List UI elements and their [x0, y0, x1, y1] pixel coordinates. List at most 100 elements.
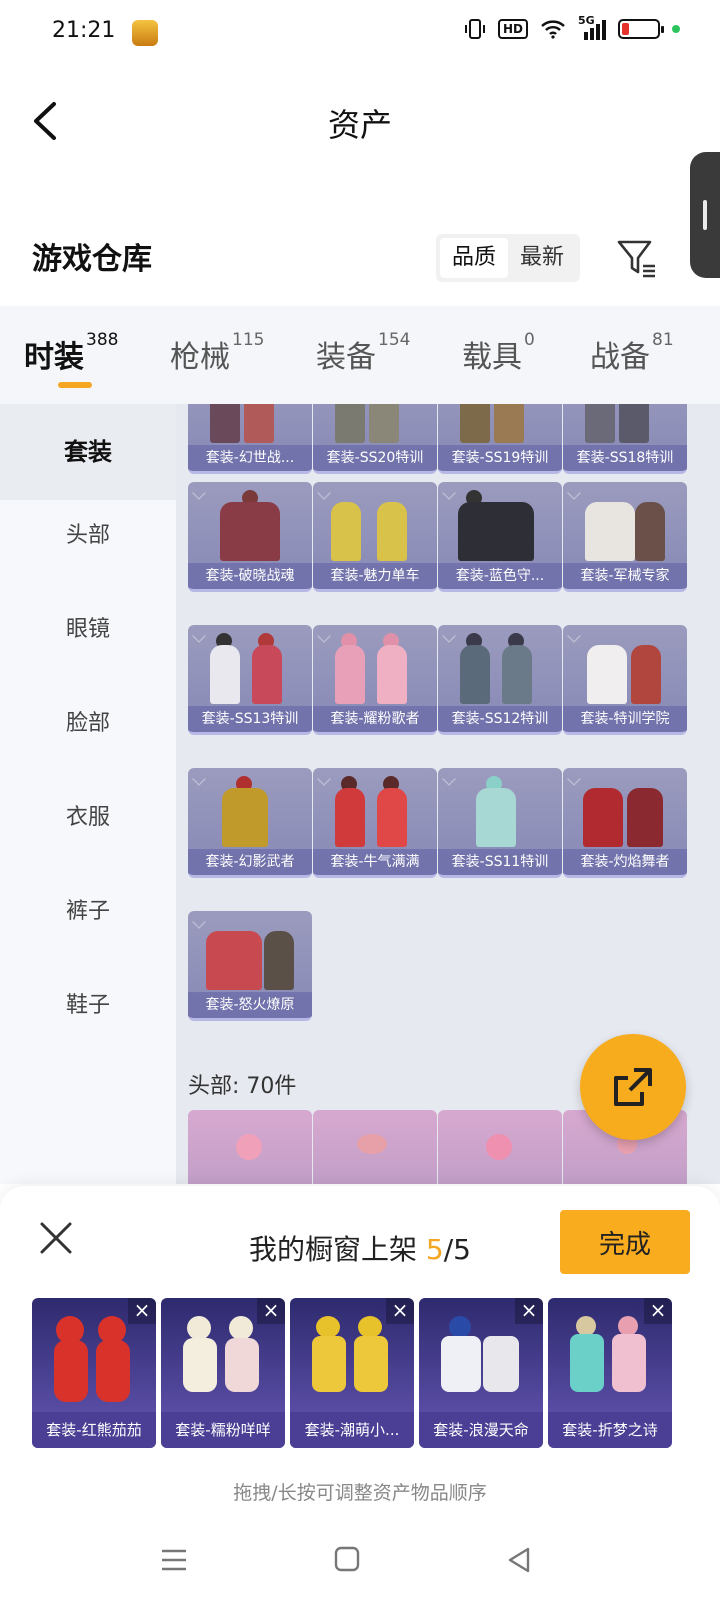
- subcategory-clothes[interactable]: 衣服: [0, 770, 176, 866]
- home-icon[interactable]: [334, 1546, 360, 1572]
- subcategory-glasses[interactable]: 眼镜: [0, 582, 176, 678]
- item-card[interactable]: 套装-幻世战...: [188, 404, 312, 474]
- showcase-item-label: 套装-浪漫天命: [419, 1412, 543, 1448]
- page-title: 资产: [327, 106, 392, 144]
- remove-icon[interactable]: ×: [386, 1298, 414, 1324]
- tab-firearms-count: 115: [232, 330, 265, 350]
- item-card[interactable]: [188, 1110, 312, 1184]
- game-app-icon: [132, 20, 158, 46]
- item-card[interactable]: 套装-SS19特训: [438, 404, 562, 474]
- showcase-count-total: /5: [443, 1233, 471, 1266]
- showcase-item[interactable]: × 套装-折梦之诗: [548, 1298, 672, 1448]
- status-time: 21:21: [52, 18, 116, 43]
- item-label: 套装-SS18特训: [563, 445, 687, 471]
- item-card[interactable]: 套装-耀粉歌者: [313, 625, 437, 735]
- subcategory-pants[interactable]: 裤子: [0, 864, 176, 960]
- item-card[interactable]: [313, 1110, 437, 1184]
- item-label: 套装-牛气满满: [313, 849, 437, 875]
- done-button[interactable]: 完成: [560, 1210, 690, 1274]
- subcategory-list: 套装 头部 眼镜 脸部 衣服 裤子 鞋子: [0, 404, 176, 1184]
- item-label: 套装-耀粉歌者: [313, 706, 437, 732]
- item-label: 套装-SS13特训: [188, 706, 312, 732]
- reorder-hint: 拖拽/长按可调整资产物品顺序: [233, 1482, 487, 1504]
- section-head-count: 头部: 70件: [188, 1074, 297, 1099]
- showcase-item[interactable]: × 套装-糯粉咩咩: [161, 1298, 285, 1448]
- item-card[interactable]: 套装-怒火燎原: [188, 911, 312, 1021]
- tab-vehicles[interactable]: 载具 0: [462, 330, 535, 376]
- system-nav-bar: [0, 1530, 720, 1612]
- vibrate-icon: [464, 19, 485, 39]
- item-label: 套装-蓝色守...: [438, 563, 562, 589]
- item-card[interactable]: 套装-灼焰舞者: [563, 768, 687, 878]
- tab-vehicles-count: 0: [524, 330, 535, 350]
- showcase-item-label: 套装-折梦之诗: [548, 1412, 672, 1448]
- tab-supplies-count: 81: [652, 330, 674, 350]
- item-label: 套装-灼焰舞者: [563, 849, 687, 875]
- remove-icon[interactable]: ×: [515, 1298, 543, 1324]
- item-card[interactable]: 套装-破晓战魂: [188, 482, 312, 592]
- share-icon: [614, 1068, 652, 1106]
- item-label: 套装-特训学院: [563, 706, 687, 732]
- active-tab-indicator: [58, 382, 92, 388]
- item-card[interactable]: 套装-幻影武者: [188, 768, 312, 878]
- showcase-item[interactable]: × 套装-红熊茄茄: [32, 1298, 156, 1448]
- tab-fashion[interactable]: 时装 388: [24, 330, 119, 376]
- tab-fashion-label: 时装: [24, 340, 84, 375]
- item-card[interactable]: [438, 1110, 562, 1184]
- subcategory-head[interactable]: 头部: [0, 488, 176, 584]
- tab-vehicles-label: 载具: [462, 340, 522, 375]
- item-label: 套装-怒火燎原: [188, 992, 312, 1018]
- remove-icon[interactable]: ×: [257, 1298, 285, 1324]
- status-icons: HD 5G: [464, 14, 680, 40]
- showcase-item-label: 套装-糯粉咩咩: [161, 1412, 285, 1448]
- share-floating-button[interactable]: [580, 1034, 686, 1140]
- tab-supplies-label: 战备: [590, 340, 650, 375]
- menu-icon[interactable]: [160, 1546, 188, 1574]
- tab-supplies[interactable]: 战备 81: [590, 330, 674, 376]
- item-label: 套装-幻影武者: [188, 849, 312, 875]
- tab-fashion-count: 388: [86, 330, 119, 350]
- subcategory-suits[interactable]: 套装: [0, 404, 176, 500]
- hd-icon: HD: [497, 19, 528, 39]
- tab-firearms-label: 枪械: [170, 340, 230, 375]
- tab-firearms[interactable]: 枪械 115: [170, 330, 265, 376]
- item-card[interactable]: 套装-特训学院: [563, 625, 687, 735]
- privacy-indicator: [672, 25, 680, 33]
- status-bar: 21:21 HD 5G: [0, 0, 720, 66]
- tab-equipment[interactable]: 装备 154: [316, 330, 410, 376]
- sort-quality[interactable]: 品质: [440, 238, 509, 278]
- showcase-item[interactable]: × 套装-潮萌小...: [290, 1298, 414, 1448]
- item-card[interactable]: 套装-蓝色守...: [438, 482, 562, 592]
- sort-newest[interactable]: 最新: [508, 238, 576, 278]
- item-label: 套装-SS20特训: [313, 445, 437, 471]
- battery-icon: [618, 19, 664, 39]
- item-card[interactable]: 套装-SS20特训: [313, 404, 437, 474]
- back-triangle-icon[interactable]: [506, 1546, 532, 1574]
- item-card[interactable]: 套装-SS13特训: [188, 625, 312, 735]
- item-label: 套装-幻世战...: [188, 445, 312, 471]
- remove-icon[interactable]: ×: [644, 1298, 672, 1324]
- item-card[interactable]: 套装-SS12特训: [438, 625, 562, 735]
- category-tabs: 时装 388 枪械 115 装备 154 载具 0 战备 81: [0, 306, 720, 404]
- network-label: 5G: [578, 14, 595, 27]
- showcase-item[interactable]: × 套装-浪漫天命: [419, 1298, 543, 1448]
- subcategory-face[interactable]: 脸部: [0, 676, 176, 772]
- item-label: 套装-SS11特训: [438, 849, 562, 875]
- subcategory-shoes[interactable]: 鞋子: [0, 958, 176, 1054]
- filter-icon[interactable]: [616, 238, 658, 280]
- item-card[interactable]: 套装-魅力单车: [313, 482, 437, 592]
- sort-toggle: 品质 最新: [436, 234, 581, 282]
- item-card[interactable]: 套装-牛气满满: [313, 768, 437, 878]
- item-label: 套装-魅力单车: [313, 563, 437, 589]
- warehouse-title: 游戏仓库: [32, 242, 152, 277]
- tab-equipment-label: 装备: [316, 340, 376, 375]
- wifi-icon: [541, 20, 565, 39]
- item-card[interactable]: 套装-SS18特训: [563, 404, 687, 474]
- item-card[interactable]: 套装-军械专家: [563, 482, 687, 592]
- item-label: 套装-SS19特训: [438, 445, 562, 471]
- remove-icon[interactable]: ×: [128, 1298, 156, 1324]
- side-floating-handle[interactable]: [690, 152, 720, 278]
- item-label: 套装-SS12特训: [438, 706, 562, 732]
- item-card[interactable]: 套装-SS11特训: [438, 768, 562, 878]
- showcase-count-current: 5: [425, 1233, 444, 1266]
